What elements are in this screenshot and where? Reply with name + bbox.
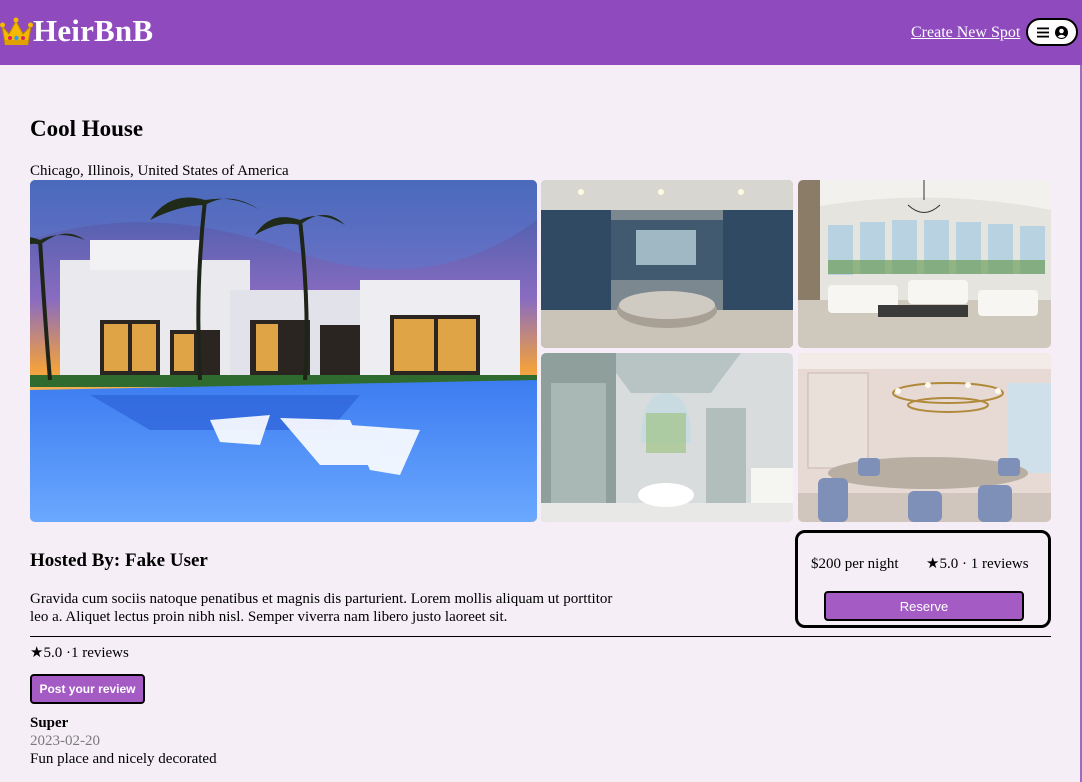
spot-main-image xyxy=(30,180,537,522)
top-navbar: HeirBnB Create New Spot xyxy=(0,0,1082,65)
spot-image-living-room xyxy=(798,180,1051,348)
reviews-summary: ★5.0 ·1 reviews xyxy=(30,645,129,661)
reserve-button[interactable]: Reserve xyxy=(824,591,1024,621)
spot-description: Gravida cum sociis natoque penatibus et … xyxy=(30,591,613,625)
spot-image-dining-room xyxy=(798,353,1051,522)
user-circle-icon xyxy=(1054,25,1068,39)
review-author: Super xyxy=(30,715,69,731)
booking-card: $200 per night ★5.0 · 1 reviews Reserve xyxy=(795,530,1051,628)
hosted-by: Hosted By: Fake User xyxy=(30,550,208,571)
create-new-spot-link[interactable]: Create New Spot xyxy=(911,22,1020,44)
booking-rating: ★5.0 · 1 reviews xyxy=(926,556,1029,572)
brand-name: HeirBnB xyxy=(33,13,154,48)
profile-menu-button[interactable] xyxy=(1026,18,1078,46)
home-logo-link[interactable]: HeirBnB xyxy=(0,12,153,50)
review-date: 2023-02-20 xyxy=(30,733,100,749)
spot-image-kitchen xyxy=(541,180,793,348)
crown-icon xyxy=(0,17,33,45)
hamburger-icon xyxy=(1036,27,1049,37)
section-divider xyxy=(30,636,1051,637)
price-per-night: $200 per night xyxy=(811,556,899,572)
spot-location: Chicago, Illinois, United States of Amer… xyxy=(30,163,289,179)
spot-image-bathroom xyxy=(541,353,793,522)
review-text: Fun place and nicely decorated xyxy=(30,751,217,767)
spot-title: Cool House xyxy=(30,116,144,141)
post-review-button[interactable]: Post your review xyxy=(30,674,145,704)
